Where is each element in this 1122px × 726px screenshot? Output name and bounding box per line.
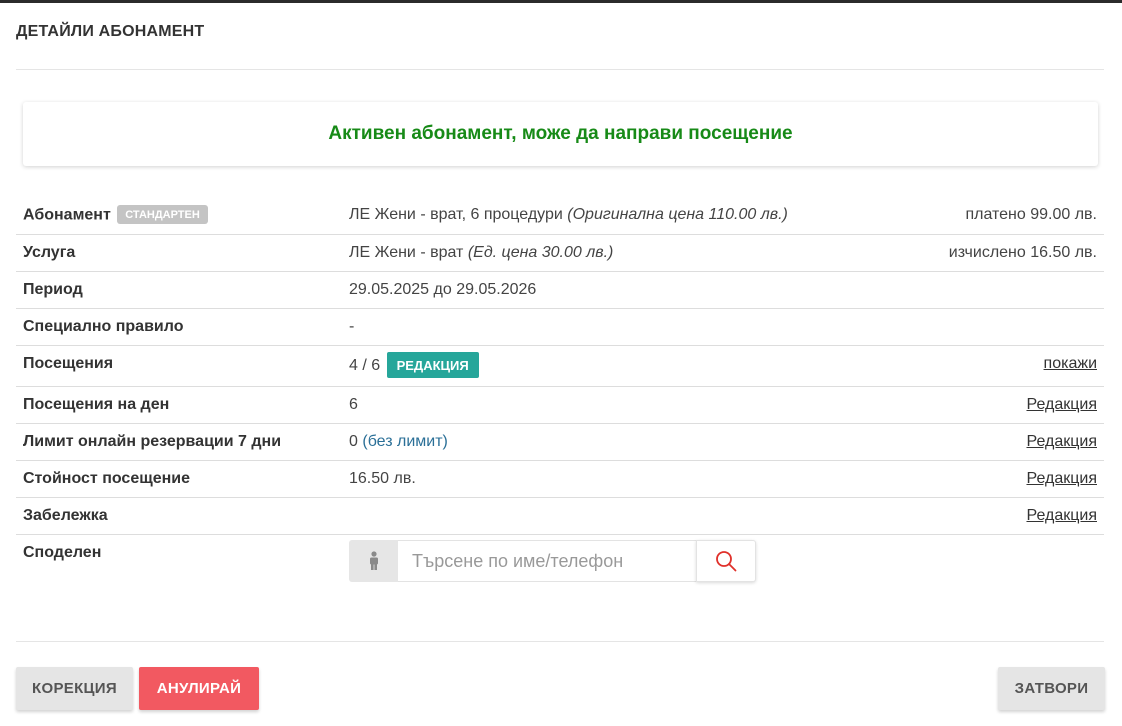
visit-value-value: 16.50 лв. xyxy=(342,460,904,498)
status-box: Активен абонамент, може да направи посещ… xyxy=(23,102,1098,166)
cancel-subscription-button[interactable]: АНУЛИРАЙ xyxy=(139,667,259,710)
note-edit-link[interactable]: Редакция xyxy=(1026,507,1097,524)
online-limit-note: (без лимит) xyxy=(362,433,448,450)
row-visits: Посещения 4 / 6 РЕДАКЦИЯ покажи xyxy=(16,345,1104,387)
subscription-value: ЛЕ Жени - врат, 6 процедури xyxy=(349,206,563,223)
row-shared: Споделен Търсене по име/телефон xyxy=(16,535,1104,582)
service-label: Услуга xyxy=(16,234,342,272)
visits-per-day-label: Посещения на ден xyxy=(16,386,342,424)
special-rule-value: - xyxy=(342,308,904,346)
modal-title: ДЕТАЙЛИ АБОНАМЕНТ xyxy=(16,23,205,40)
row-period: Период 29.05.2025 до 29.05.2026 xyxy=(16,271,1104,309)
service-calculated: изчислено 16.50 лв. xyxy=(903,234,1104,272)
period-value: 29.05.2025 до 29.05.2026 xyxy=(342,271,904,309)
search-button[interactable] xyxy=(696,540,756,582)
row-online-limit: Лимит онлайн резервации 7 дни 0 (без лим… xyxy=(16,423,1104,461)
shared-label: Споделен xyxy=(23,544,102,561)
search-icon xyxy=(716,551,737,572)
header-divider xyxy=(16,69,1104,70)
visits-value: 4 / 6 xyxy=(349,357,381,375)
visits-show-link[interactable]: покажи xyxy=(1044,355,1097,372)
visits-edit-button[interactable]: РЕДАКЦИЯ xyxy=(386,352,479,378)
row-subscription: Абонамент СТАНДАРТЕН ЛЕ Жени - врат, 6 п… xyxy=(16,197,1104,235)
special-rule-label: Специално правило xyxy=(16,308,342,346)
visits-label: Посещения xyxy=(16,345,342,387)
row-visits-per-day: Посещения на ден 6 Редакция xyxy=(16,386,1104,424)
note-value xyxy=(342,497,904,535)
visit-value-label: Стойност посещение xyxy=(16,460,342,498)
note-label: Забележка xyxy=(16,497,342,535)
visits-per-day-edit-link[interactable]: Редакция xyxy=(1026,396,1097,413)
subscription-original-price: (Оригинална цена 110.00 лв.) xyxy=(567,206,788,223)
online-limit-value: 0 xyxy=(349,433,358,450)
shared-search-input[interactable]: Търсене по име/телефон xyxy=(398,540,696,582)
person-icon xyxy=(349,540,398,582)
row-visit-value: Стойност посещение 16.50 лв. Редакция xyxy=(16,460,1104,498)
subscription-type-badge: СТАНДАРТЕН xyxy=(117,205,208,224)
details-table: Абонамент СТАНДАРТЕН ЛЕ Жени - врат, 6 п… xyxy=(16,197,1104,582)
row-service: Услуга ЛЕ Жени - врат (Ед. цена 30.00 лв… xyxy=(16,234,1104,272)
correction-button[interactable]: КОРЕКЦИЯ xyxy=(16,667,133,710)
subscription-paid: платено 99.00 лв. xyxy=(903,197,1104,235)
close-button[interactable]: ЗАТВОРИ xyxy=(998,667,1105,710)
row-note: Забележка Редакция xyxy=(16,497,1104,535)
row-special-rule: Специално правило - xyxy=(16,308,1104,346)
shared-search-group: Търсене по име/телефон xyxy=(349,540,1097,582)
footer-divider xyxy=(16,641,1104,642)
online-limit-label: Лимит онлайн резервации 7 дни xyxy=(16,423,342,461)
subscription-label: Абонамент xyxy=(23,206,111,224)
status-message: Активен абонамент, може да направи посещ… xyxy=(328,123,793,144)
top-border xyxy=(0,0,1122,3)
period-label: Период xyxy=(16,271,342,309)
service-unit-price: (Ед. цена 30.00 лв.) xyxy=(467,244,614,261)
service-value: ЛЕ Жени - врат xyxy=(349,244,464,261)
visits-per-day-value: 6 xyxy=(342,386,904,424)
online-limit-edit-link[interactable]: Редакция xyxy=(1026,433,1097,450)
visit-value-edit-link[interactable]: Редакция xyxy=(1026,470,1097,487)
